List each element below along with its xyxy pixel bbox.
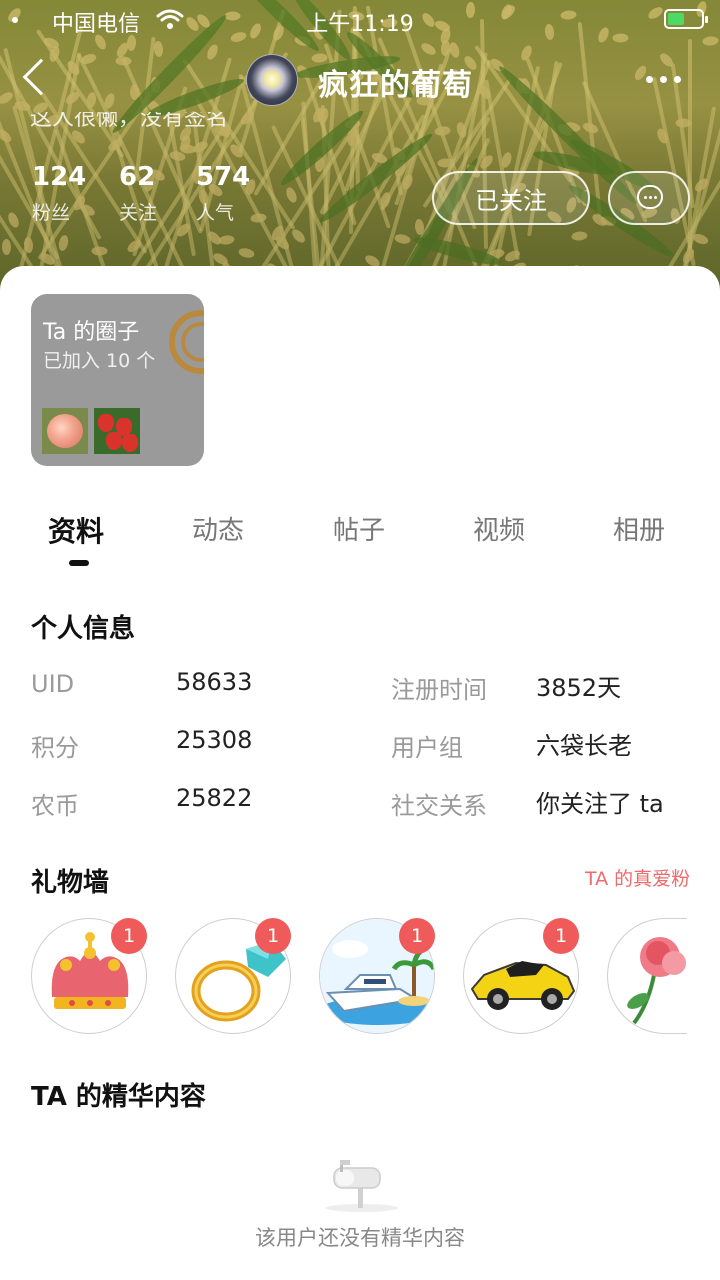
empty-featured-text: 该用户还没有精华内容 <box>255 1226 465 1250</box>
status-bar: 中国电信 上午11:19 <box>0 0 720 40</box>
tab-videos[interactable]: 视频 <box>473 510 525 547</box>
tab-activity[interactable]: 动态 <box>192 510 244 547</box>
true-fans-link[interactable]: TA 的真爱粉 <box>585 864 690 891</box>
rose-icon <box>627 937 686 1025</box>
battery-icon <box>664 9 708 29</box>
chat-bubble-icon <box>637 185 663 209</box>
info-label-user-group: 用户组 <box>391 734 463 762</box>
circle-thumb-peach[interactable] <box>42 408 88 454</box>
stat-following-value: 62 <box>119 162 156 192</box>
stat-popularity[interactable]: 574 人气 <box>196 162 250 225</box>
tab-info[interactable]: 资料 <box>48 510 104 550</box>
info-value-points: 25308 <box>176 726 253 754</box>
profile-tabs: 资料 动态 帖子 视频 相册 <box>0 510 720 570</box>
bio-text: 这人很懒，没有签名 <box>30 112 229 130</box>
info-label-relation: 社交关系 <box>391 792 487 820</box>
gift-count-badge: 1 <box>543 918 579 954</box>
gift-count-badge: 1 <box>255 918 291 954</box>
stat-following[interactable]: 62 关注 <box>119 162 157 225</box>
info-value-relation: 你关注了 ta <box>536 790 664 818</box>
message-button[interactable] <box>608 171 690 225</box>
more-icon[interactable] <box>646 76 682 84</box>
username: 疯狂的葡萄 <box>318 68 473 103</box>
back-icon[interactable] <box>22 58 60 96</box>
info-label-points: 积分 <box>31 734 79 762</box>
personal-info-title: 个人信息 <box>31 614 136 644</box>
stat-popularity-value: 574 <box>196 162 251 192</box>
stat-popularity-label: 人气 <box>196 202 235 224</box>
empty-mailbox-icon <box>326 1160 398 1212</box>
stat-fans[interactable]: 124 粉丝 <box>32 162 86 225</box>
gift-rose[interactable] <box>607 918 687 1034</box>
info-label-register-time: 注册时间 <box>391 676 487 704</box>
circle-card-subtitle: 已加入 10 个 <box>43 350 156 372</box>
gift-count-badge: 1 <box>111 918 147 954</box>
followed-button[interactable]: 已关注 <box>432 171 590 225</box>
circle-card-title: Ta 的圈子 <box>43 320 140 345</box>
stat-following-label: 关注 <box>119 202 158 224</box>
info-value-coins: 25822 <box>176 784 253 812</box>
stat-fans-value: 124 <box>32 162 87 192</box>
info-value-uid: 58633 <box>176 668 253 696</box>
stat-fans-label: 粉丝 <box>32 202 71 224</box>
gift-wall-title: 礼物墙 <box>31 868 110 898</box>
tab-posts[interactable]: 帖子 <box>333 510 385 547</box>
profile-content-card: Ta 的圈子 已加入 10 个 资料 动态 帖子 视频 相册 个人信息 UID … <box>0 266 720 1280</box>
gift-count-badge: 1 <box>399 918 435 954</box>
profile-cover <box>0 0 720 300</box>
info-label-uid: UID <box>31 670 75 698</box>
featured-content-title: TA 的精华内容 <box>31 1082 206 1112</box>
top-nav: 疯狂的葡萄 <box>0 50 720 110</box>
avatar[interactable] <box>246 54 298 106</box>
circle-card[interactable]: Ta 的圈子 已加入 10 个 <box>31 294 204 466</box>
tab-album[interactable]: 相册 <box>613 510 665 547</box>
status-time: 上午11:19 <box>306 12 414 37</box>
tab-indicator <box>69 560 89 566</box>
info-value-register-time: 3852天 <box>536 674 622 702</box>
info-label-coins: 农币 <box>31 792 79 820</box>
circle-thumb-strawberry[interactable] <box>94 408 140 454</box>
info-value-user-group: 六袋长老 <box>536 732 632 760</box>
